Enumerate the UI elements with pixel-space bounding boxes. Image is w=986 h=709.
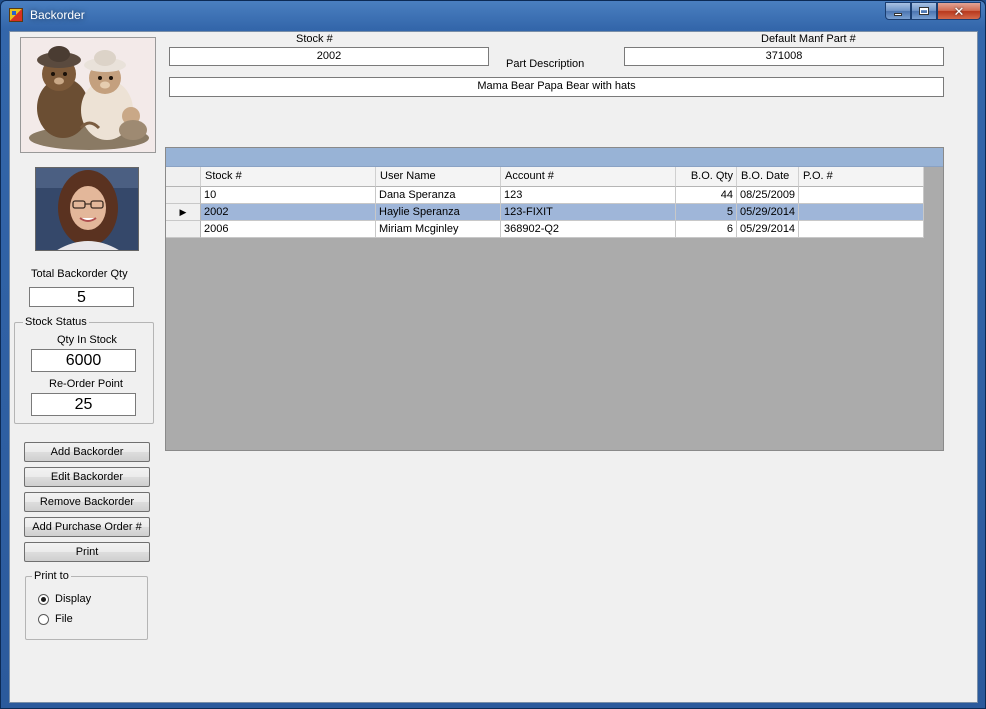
window-title: Backorder [30, 8, 85, 22]
close-button[interactable]: ✕ [937, 2, 981, 20]
row-header[interactable]: ▶ [166, 204, 201, 221]
title-bar[interactable]: Backorder ✕ [1, 1, 985, 30]
print-display-radio[interactable]: Display [38, 593, 91, 605]
total-backorder-field[interactable]: 5 [29, 287, 134, 307]
table-row-selected[interactable]: ▶ 2002 Haylie Speranza 123-FIXIT 5 05/29… [166, 204, 924, 221]
cell-account[interactable]: 123-FIXIT [501, 204, 676, 221]
cell-user-name[interactable]: Dana Speranza [376, 187, 501, 204]
manf-part-label: Default Manf Part # [761, 33, 856, 45]
column-header-po[interactable]: P.O. # [799, 167, 924, 187]
table-row[interactable]: 2006 Miriam Mcginley 368902-Q2 6 05/29/2… [166, 221, 924, 238]
cell-stock[interactable]: 2006 [201, 221, 376, 238]
caption-buttons: ✕ [885, 2, 981, 20]
cell-po[interactable] [799, 204, 924, 221]
cell-stock[interactable]: 2002 [201, 204, 376, 221]
user-photo [35, 167, 139, 251]
cell-user-name[interactable]: Haylie Speranza [376, 204, 501, 221]
close-icon: ✕ [953, 3, 965, 19]
cell-bo-date[interactable]: 05/29/2014 [737, 204, 799, 221]
cell-po[interactable] [799, 221, 924, 238]
reorder-point-field[interactable]: 25 [31, 393, 136, 416]
reorder-point-label: Re-Order Point [49, 378, 123, 390]
cell-bo-qty[interactable]: 5 [676, 204, 737, 221]
row-header-corner [166, 167, 201, 187]
cell-user-name[interactable]: Miriam Mcginley [376, 221, 501, 238]
print-file-radio[interactable]: File [38, 613, 73, 625]
stock-number-label: Stock # [296, 33, 333, 45]
total-backorder-label: Total Backorder Qty [31, 268, 128, 280]
stock-number-field[interactable]: 2002 [169, 47, 489, 66]
cell-account[interactable]: 368902-Q2 [501, 221, 676, 238]
maximize-icon [919, 7, 929, 15]
cell-bo-qty[interactable]: 6 [676, 221, 737, 238]
app-icon [9, 8, 23, 22]
cell-account[interactable]: 123 [501, 187, 676, 204]
cell-bo-qty[interactable]: 44 [676, 187, 737, 204]
add-backorder-button[interactable]: Add Backorder [24, 442, 150, 462]
row-header[interactable] [166, 221, 201, 238]
print-to-group: Print to Display File [25, 570, 148, 640]
radio-file-indicator[interactable] [38, 613, 49, 625]
column-header-bo-date[interactable]: B.O. Date [737, 167, 799, 187]
grid-header-row: Stock # User Name Account # B.O. Qty B.O… [166, 167, 924, 187]
cell-po[interactable] [799, 187, 924, 204]
form-client-area: Stock # 2002 Default Manf Part # 371008 … [9, 31, 978, 703]
grid-body: 10 Dana Speranza 123 44 08/25/2009 ▶ 200… [166, 187, 924, 238]
column-header-stock[interactable]: Stock # [201, 167, 376, 187]
part-description-field[interactable]: Mama Bear Papa Bear with hats [169, 77, 944, 97]
minimize-icon [894, 12, 902, 16]
print-file-label: File [55, 613, 73, 625]
part-description-label: Part Description [506, 58, 585, 70]
qty-in-stock-label: Qty In Stock [57, 334, 117, 346]
print-button[interactable]: Print [24, 542, 150, 562]
backorder-grid[interactable]: Stock # User Name Account # B.O. Qty B.O… [165, 147, 944, 451]
column-header-account[interactable]: Account # [501, 167, 676, 187]
remove-backorder-button[interactable]: Remove Backorder [24, 492, 150, 512]
table-row[interactable]: 10 Dana Speranza 123 44 08/25/2009 [166, 187, 924, 204]
maximize-button[interactable] [911, 2, 937, 20]
print-to-title: Print to [32, 570, 71, 582]
column-header-user-name[interactable]: User Name [376, 167, 501, 187]
stock-status-group: Stock Status Qty In Stock 6000 Re-Order … [14, 316, 154, 424]
edit-backorder-button[interactable]: Edit Backorder [24, 467, 150, 487]
minimize-button[interactable] [885, 2, 911, 20]
cell-bo-date[interactable]: 08/25/2009 [737, 187, 799, 204]
cell-bo-date[interactable]: 05/29/2014 [737, 221, 799, 238]
stock-status-title: Stock Status [23, 316, 89, 328]
backorder-window: Backorder ✕ Stock # 2002 Default Manf Pa… [0, 0, 986, 709]
current-row-arrow-icon: ▶ [179, 207, 187, 217]
row-header[interactable] [166, 187, 201, 204]
manf-part-field[interactable]: 371008 [624, 47, 944, 66]
cell-stock[interactable]: 10 [201, 187, 376, 204]
grid-caption-bar [166, 148, 943, 167]
print-display-label: Display [55, 593, 92, 605]
column-header-bo-qty[interactable]: B.O. Qty [676, 167, 737, 187]
radio-display-indicator[interactable] [38, 593, 49, 605]
product-image [20, 37, 156, 153]
add-purchase-order-button[interactable]: Add Purchase Order # [24, 517, 150, 537]
qty-in-stock-field[interactable]: 6000 [31, 349, 136, 372]
